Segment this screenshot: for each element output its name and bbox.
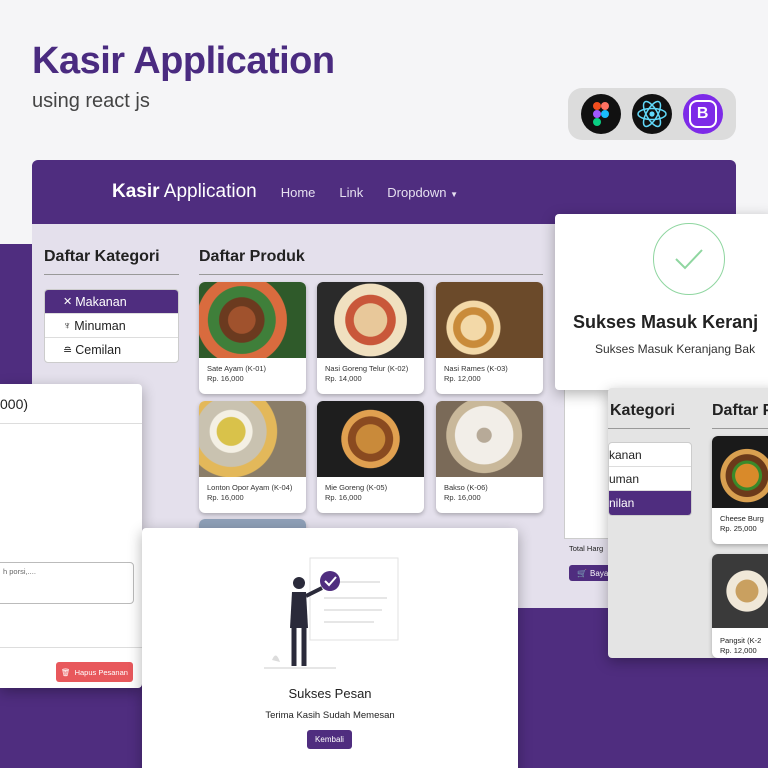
- product-price: Rp. 12,000: [444, 374, 481, 383]
- product-card[interactable]: Nasi Rames (K-03) Rp. 12,000: [436, 282, 543, 394]
- check-circle-icon: [653, 223, 725, 295]
- back-button[interactable]: Kembali: [307, 730, 352, 749]
- product-image: [317, 282, 424, 358]
- divider: [0, 647, 142, 648]
- product-name: Sate Ayam (K-01): [207, 364, 267, 373]
- product-image: [436, 401, 543, 477]
- product-price: Rp. 16,000: [207, 493, 244, 502]
- utensils-icon: ✕: [63, 296, 73, 308]
- hero-title: Kasir Application: [32, 40, 335, 82]
- divider: [44, 274, 179, 275]
- product-name: Nasi Goreng Telur (K-02): [325, 364, 409, 373]
- figma-icon: [581, 94, 622, 134]
- product-name: Bakso (K-06): [444, 483, 488, 492]
- product-name: Pangsit (K-2: [720, 636, 762, 645]
- modal-message: Sukses Masuk Keranjang Bak: [595, 342, 756, 356]
- product-image: [317, 401, 424, 477]
- product-price: Rp. 14,000: [325, 374, 362, 383]
- category-item[interactable]: kanan: [609, 443, 691, 467]
- total-label: Total Harg: [569, 544, 604, 553]
- notes-textarea[interactable]: h porsi,....: [0, 562, 134, 604]
- trash-icon: 🗑: [61, 667, 71, 677]
- product-name: Nasi Rames (K-03): [444, 364, 508, 373]
- products-title: Daftar Produk: [199, 248, 305, 265]
- product-card[interactable]: Mie Goreng (K-05) Rp. 16,000: [317, 401, 424, 513]
- product-price: Rp. 16,000: [444, 493, 481, 502]
- divider: [199, 274, 543, 275]
- category-item-makanan[interactable]: ✕ Makanan: [45, 290, 178, 314]
- snack-icon: ≘: [63, 344, 73, 357]
- product-name: Cheese Burg: [720, 514, 764, 523]
- category-list: kanan uman nilan: [608, 442, 692, 516]
- product-price: Rp. 16,000: [325, 493, 362, 502]
- product-image: [712, 554, 768, 628]
- modal-message: Terima Kasih Sudah Memesan: [265, 710, 395, 721]
- app-screenshot-secondary: Kategori Daftar P kanan uman nilan Chees…: [608, 388, 768, 658]
- nav-dropdown[interactable]: Dropdown ▼: [387, 185, 458, 200]
- category-item[interactable]: uman: [609, 467, 691, 491]
- bootstrap-icon: B: [682, 94, 723, 134]
- category-item-minuman[interactable]: ♆ Minuman: [45, 314, 178, 338]
- hero-subtitle: using react js: [32, 90, 150, 112]
- product-name: Lonton Opor Ayam (K-04): [207, 483, 293, 492]
- cart-panel: [564, 374, 614, 539]
- product-card[interactable]: Bakso (K-06) Rp. 16,000: [436, 401, 543, 513]
- navbar-brand[interactable]: Kasir Application: [112, 181, 257, 203]
- cart-icon: 🛒: [577, 568, 588, 578]
- product-image: [712, 436, 768, 508]
- categories-title: Kategori: [610, 402, 675, 419]
- order-success-modal: Sukses Pesan Terima Kasih Sudah Memesan …: [142, 528, 518, 768]
- nav-link[interactable]: Link: [339, 185, 363, 200]
- products-title: Daftar P: [712, 402, 768, 419]
- product-image: [199, 282, 306, 358]
- product-name: Mie Goreng (K-05): [325, 483, 388, 492]
- react-icon: [631, 94, 672, 134]
- category-label: Cemilan: [75, 343, 122, 357]
- modal-title: 000): [0, 384, 142, 424]
- product-card[interactable]: Pangsit (K-2 Rp. 12,000: [712, 554, 768, 658]
- success-illustration: [264, 557, 399, 669]
- divider: [712, 428, 768, 429]
- product-price: Rp. 25,000: [720, 524, 757, 533]
- product-image: [199, 401, 306, 477]
- category-item-active[interactable]: nilan: [609, 491, 691, 515]
- category-label: Minuman: [74, 318, 126, 333]
- tech-stack-badges: B: [568, 88, 736, 140]
- modal-title: Sukses Masuk Keranj: [573, 312, 759, 332]
- cup-icon: ♆: [63, 319, 72, 332]
- brand-light: Application: [163, 181, 257, 202]
- product-image: [436, 282, 543, 358]
- cart-success-modal: Sukses Masuk Keranj Sukses Masuk Keranja…: [555, 214, 768, 390]
- product-card[interactable]: Cheese Burg Rp. 25,000: [712, 436, 768, 544]
- delete-button-label: Hapus Pesanan: [74, 667, 128, 677]
- category-label: Makanan: [75, 294, 127, 309]
- divider: [608, 428, 690, 429]
- delete-order-button[interactable]: 🗑 Hapus Pesanan: [56, 662, 133, 682]
- product-price: Rp. 12,000: [720, 646, 757, 655]
- product-price: Rp. 16,000: [207, 374, 244, 383]
- modal-title: Sukses Pesan: [288, 686, 372, 701]
- category-item-cemilan[interactable]: ≘ Cemilan: [45, 338, 178, 362]
- brand-bold: Kasir: [112, 181, 160, 202]
- product-card[interactable]: Sate Ayam (K-01) Rp. 16,000: [199, 282, 306, 394]
- product-card[interactable]: Nasi Goreng Telur (K-02) Rp. 14,000: [317, 282, 424, 394]
- caret-down-icon: ▼: [450, 189, 459, 199]
- category-list: ✕ Makanan ♆ Minuman ≘ Cemilan: [44, 289, 179, 363]
- edit-order-modal: 000) h porsi,.... 🗑 Hapus Pesanan: [0, 384, 142, 688]
- product-card[interactable]: Lonton Opor Ayam (K-04) Rp. 16,000: [199, 401, 306, 513]
- categories-title: Daftar Kategori: [44, 248, 160, 265]
- nav-dropdown-label: Dropdown: [387, 184, 447, 200]
- nav-home[interactable]: Home: [281, 185, 316, 200]
